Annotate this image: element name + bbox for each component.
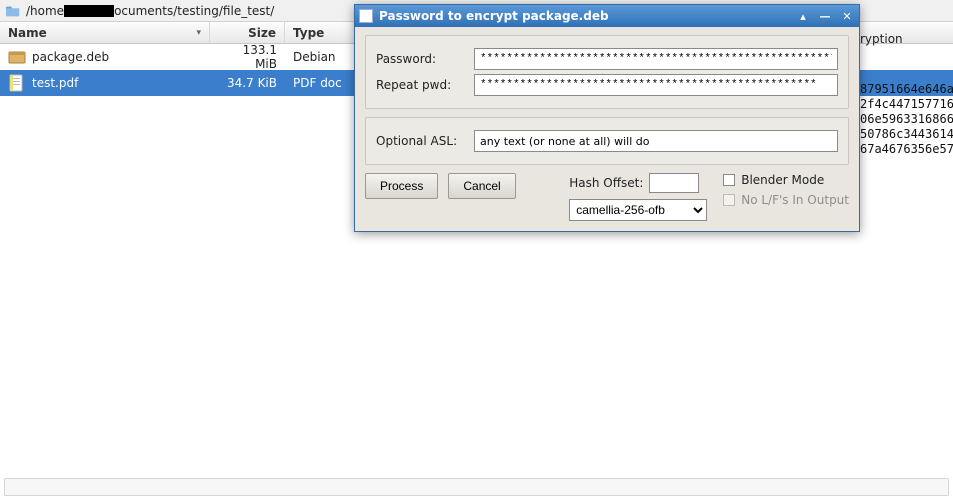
file-name: package.deb <box>32 50 109 64</box>
close-button[interactable]: ✕ <box>839 9 855 23</box>
file-name: test.pdf <box>32 76 78 90</box>
password-label: Password: <box>376 52 466 66</box>
cancel-button[interactable]: Cancel <box>448 173 515 199</box>
roll-up-button[interactable]: ▴ <box>795 9 811 23</box>
file-size: 133.1 MiB <box>210 43 285 71</box>
password-group: Password: Repeat pwd: <box>365 35 849 109</box>
hash-output-text: 87951664e646a 2f4c447157716 06e596331686… <box>860 82 953 157</box>
location-path: /homeocuments/testing/file_test/ <box>26 4 274 18</box>
no-lf-checkbox <box>723 194 735 206</box>
package-icon <box>8 48 26 66</box>
column-header-type[interactable]: Type <box>285 22 355 43</box>
no-lf-label: No L/F's In Output <box>741 193 849 207</box>
status-bar <box>4 478 949 496</box>
hash-offset-label: Hash Offset: <box>569 176 643 190</box>
repeat-password-label: Repeat pwd: <box>376 78 466 92</box>
redacted-path-segment <box>64 5 114 17</box>
blender-mode-label: Blender Mode <box>741 173 824 187</box>
password-input[interactable] <box>474 48 838 70</box>
sort-descending-icon: ▾ <box>196 28 201 38</box>
bg-header-fragment: ryption <box>860 32 903 46</box>
minimize-button[interactable]: — <box>817 9 833 23</box>
hash-offset-input[interactable] <box>649 173 699 193</box>
column-header-size[interactable]: Size <box>210 22 285 43</box>
blender-mode-checkbox[interactable] <box>723 174 735 186</box>
asl-group: Optional ASL: <box>365 117 849 165</box>
app-icon <box>359 9 373 23</box>
column-header-name[interactable]: Name ▾ <box>0 22 210 43</box>
pdf-icon <box>8 74 26 92</box>
asl-input[interactable] <box>474 130 838 152</box>
asl-label: Optional ASL: <box>376 134 466 148</box>
dialog-title: Password to encrypt package.deb <box>379 9 609 23</box>
cipher-select[interactable]: camellia-256-ofb <box>569 199 707 221</box>
file-size: 34.7 KiB <box>210 76 285 90</box>
dialog-titlebar[interactable]: Password to encrypt package.deb ▴ — ✕ <box>355 5 859 27</box>
repeat-password-input[interactable] <box>474 74 838 96</box>
process-button[interactable]: Process <box>365 173 438 199</box>
encrypt-dialog: Password to encrypt package.deb ▴ — ✕ Pa… <box>354 4 860 232</box>
folder-icon <box>6 4 20 18</box>
